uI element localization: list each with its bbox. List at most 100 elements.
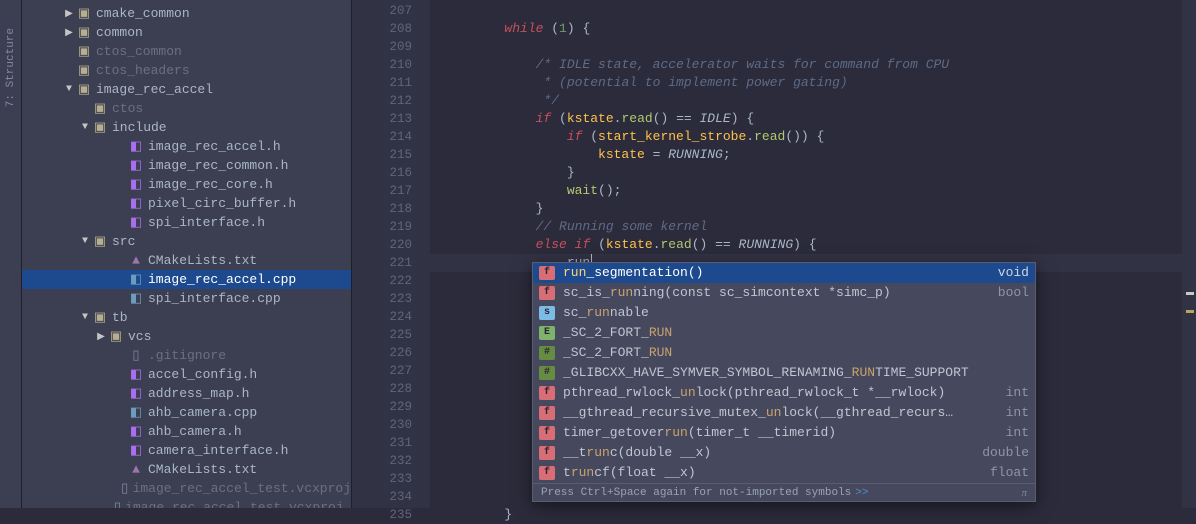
tree-row[interactable]: ▼▣src [22,232,351,251]
tree-toggle-icon[interactable]: ▶ [62,27,76,39]
tree-item-label: ctos_headers [96,63,190,78]
structure-tool-tab[interactable]: 7: Structure [0,0,22,508]
completion-item[interactable]: ftimer_getoverrun(timer_t __timerid)int [533,423,1035,443]
tree-toggle-icon[interactable]: ▼ [78,312,92,323]
tree-row[interactable]: ▯image_rec_accel_test.vcxproj.filters [22,498,351,508]
marker-strip[interactable] [1182,0,1196,508]
tree-row[interactable]: ▣ctos_headers [22,61,351,80]
line-number: 229 [352,398,412,416]
completion-footer: Press Ctrl+Space again for not-imported … [533,483,1035,501]
completion-return-type: int [1006,404,1029,422]
tree-item-label: image_rec_common.h [148,158,288,173]
tree-row[interactable]: ▶▣vcs [22,327,351,346]
tree-toggle-icon[interactable]: ▶ [62,8,76,20]
code-line-218: } [430,200,1182,218]
tree-item-label: image_rec_accel_test.vcxproj [133,481,351,496]
line-number: 210 [352,56,412,74]
tree-row[interactable]: ◧ahb_camera.cpp [22,403,351,422]
tree-item-label: address_map.h [148,386,249,401]
line-number: 214 [352,128,412,146]
tree-row[interactable]: ◧accel_config.h [22,365,351,384]
tree-item-label: image_rec_accel [96,82,213,97]
cmake-file-icon: ▲ [128,462,144,477]
file-icon: ▯ [128,348,144,363]
line-number: 208 [352,20,412,38]
code-line-214: if (start_kernel_strobe.read()) { [430,128,1182,146]
line-number: 222 [352,272,412,290]
folder-icon: ▣ [92,310,108,325]
tree-row[interactable]: ▯ image_rec_accel_test.vcxproj [22,479,351,498]
tree-row[interactable]: ◧image_rec_common.h [22,156,351,175]
editor-area[interactable]: while (1) { /* IDLE state, accelerator w… [430,0,1182,508]
completion-return-type: double [982,444,1029,462]
tree-item-label: common [96,25,143,40]
tree-item-label: camera_interface.h [148,443,288,458]
tree-row[interactable]: ◧spi_interface.cpp [22,289,351,308]
tree-row[interactable]: ◧image_rec_accel.h [22,137,351,156]
line-number: 224 [352,308,412,326]
tree-row[interactable]: ▶▣ cmake_common [22,4,351,23]
completion-item[interactable]: ftruncf(float __x)float [533,463,1035,483]
completion-label: __gthread_recursive_mutex_unlock(__gthre… [563,404,1002,422]
tree-row[interactable]: ▯.gitignore [22,346,351,365]
completion-item[interactable]: E_SC_2_FORT_RUN [533,323,1035,343]
pi-icon[interactable]: π [1021,484,1027,502]
line-number: 216 [352,164,412,182]
completion-label: _SC_2_FORT_RUN [563,344,1029,362]
completion-item[interactable]: fsc_is_running(const sc_simcontext *simc… [533,283,1035,303]
completion-item[interactable]: ssc_runnable [533,303,1035,323]
header-file-icon: ◧ [128,215,144,230]
tree-row[interactable]: ▲CMakeLists.txt [22,460,351,479]
line-number: 219 [352,218,412,236]
completion-kind-icon: f [539,386,555,400]
completion-label: timer_getoverrun(timer_t __timerid) [563,424,1002,442]
completion-item[interactable]: f__trunc(double __x)double [533,443,1035,463]
completion-kind-icon: s [539,306,555,320]
completion-item[interactable]: f__gthread_recursive_mutex_unlock(__gthr… [533,403,1035,423]
tree-row[interactable]: ◧spi_interface.h [22,213,351,232]
completion-popup[interactable]: frun_segmentation()voidfsc_is_running(co… [532,262,1036,502]
tree-row[interactable]: ▲CMakeLists.txt [22,251,351,270]
tree-row[interactable]: ▼▣ tb [22,308,351,327]
tree-toggle-icon[interactable]: ▶ [94,331,108,343]
completion-label: run_segmentation() [563,264,994,282]
tree-row[interactable]: ◧pixel_circ_buffer.h [22,194,351,213]
line-number: 207 [352,2,412,20]
tree-toggle-icon[interactable]: ▼ [78,122,92,133]
project-tree[interactable]: ▶▣cmake_common▶▣common▣ctos_common▣ctos_… [22,0,352,508]
completion-more-link[interactable]: >> [855,484,868,502]
folder-icon: ▣ [76,6,92,21]
completion-label: sc_is_running(const sc_simcontext *simc_… [563,284,994,302]
tree-row[interactable]: ◧address_map.h [22,384,351,403]
tree-item-label: ahb_camera.h [148,424,242,439]
completion-item[interactable]: #_GLIBCXX_HAVE_SYMVER_SYMBOL_RENAMING_RU… [533,363,1035,383]
completion-item[interactable]: f pthread_rwlock_unlock(pthread_rwlock_t … [533,383,1035,403]
completion-item[interactable]: #_SC_2_FORT_RUN [533,343,1035,363]
line-number: 235 [352,506,412,524]
tree-row[interactable]: ◧image_rec_accel.cpp [22,270,351,289]
tree-row[interactable]: ◧image_rec_core.h [22,175,351,194]
tree-row[interactable]: ▼▣image_rec_accel [22,80,351,99]
tree-item-label: ahb_camera.cpp [148,405,257,420]
tree-row[interactable]: ◧ahb_camera.h [22,422,351,441]
code-line-208: while (1) { [430,20,1182,38]
cpp-file-icon: ◧ [128,272,144,287]
tree-toggle-icon[interactable]: ▼ [62,84,76,95]
tree-row[interactable]: ▼▣include [22,118,351,137]
folder-icon: ▣ [92,101,108,116]
tree-item-label: include [112,120,167,135]
file-icon: ▯ [121,481,129,496]
editor-gutter: 2072082092102112122132142152162172182192… [352,0,430,508]
completion-label: pthread_rwlock_unlock(pthread_rwlock_t *… [563,384,1002,402]
tree-toggle-icon[interactable]: ▼ [78,236,92,247]
code-line-220: else if (kstate.read() == RUNNING) { [430,236,1182,254]
tree-row[interactable]: ◧camera_interface.h [22,441,351,460]
tree-row[interactable]: ▣ctos [22,99,351,118]
tree-item-label: tb [112,310,128,325]
completion-kind-icon: f [539,266,555,280]
line-number: 231 [352,434,412,452]
tree-row[interactable]: ▣ctos_common [22,42,351,61]
tree-item-label: cmake_common [96,6,190,21]
tree-row[interactable]: ▶▣common [22,23,351,42]
completion-item[interactable]: frun_segmentation()void [533,263,1035,283]
